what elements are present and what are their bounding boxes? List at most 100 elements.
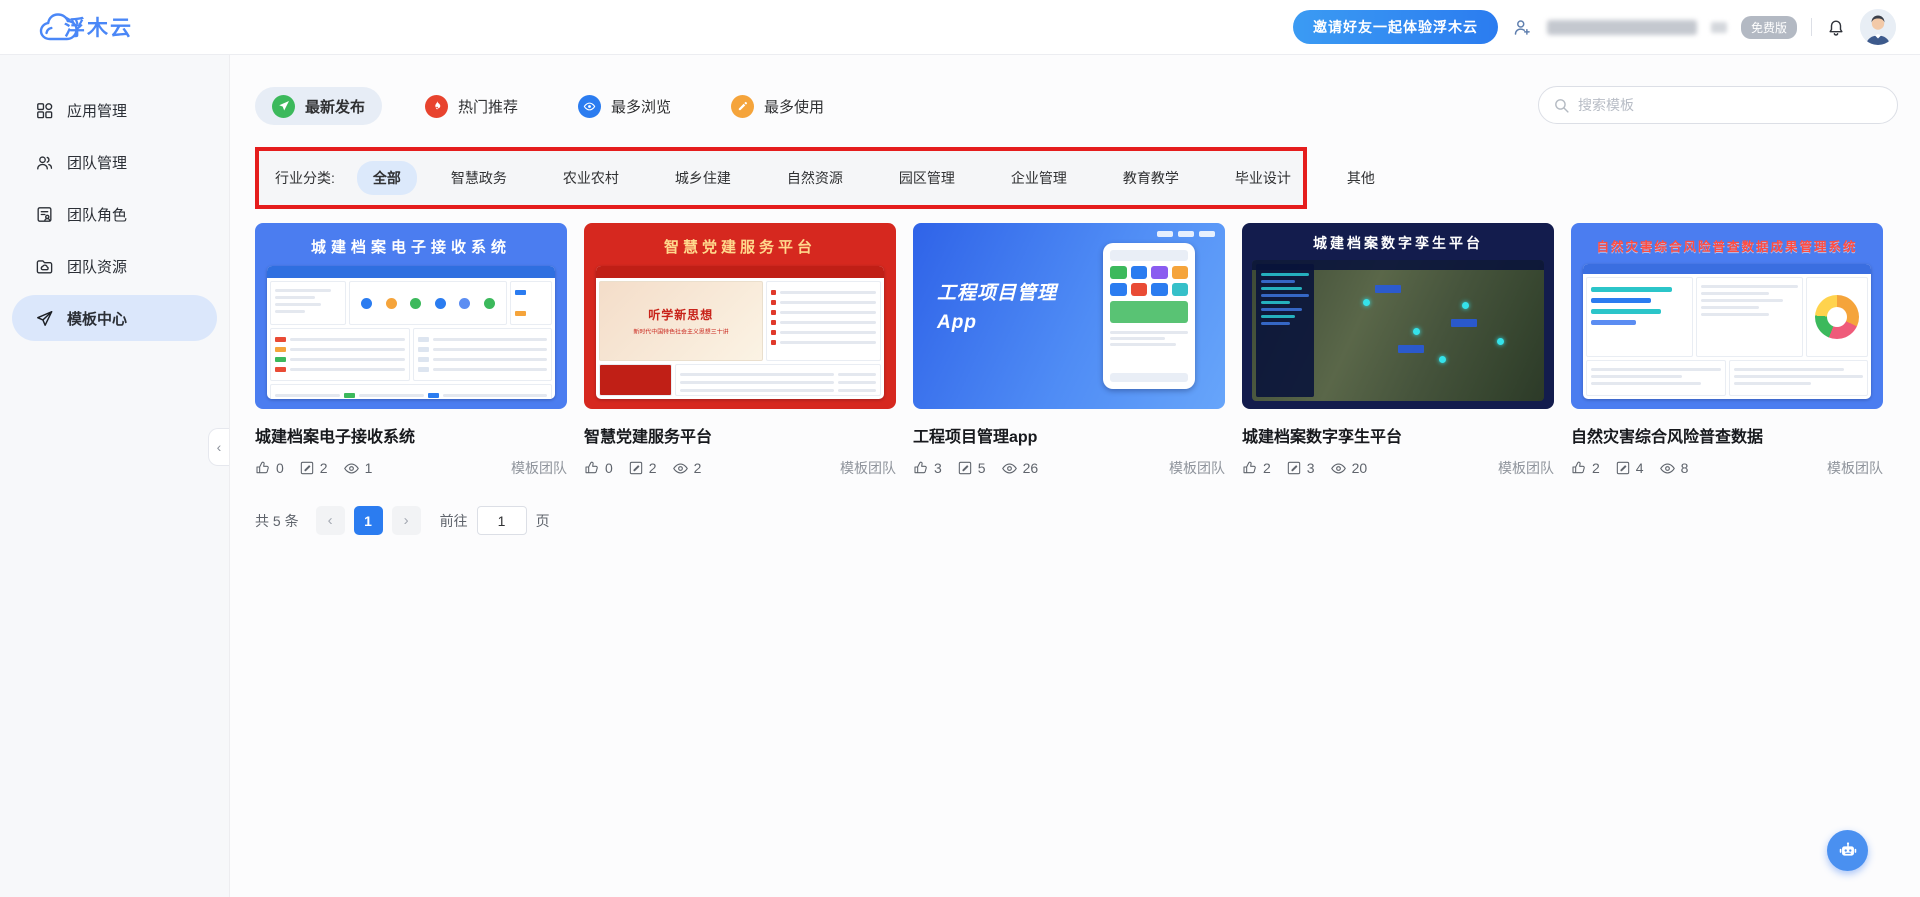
view-count: 2 [693,460,702,476]
sidebar-item-template-center[interactable]: 模板中心 [12,295,217,341]
view-count: 26 [1022,460,1039,476]
view-stat: 1 [343,460,373,477]
sidebar-item-team-management[interactable]: 团队管理 [12,139,217,185]
template-thumbnail[interactable]: 工程项目管理 App [913,223,1225,409]
pagination: 共 5 条 ‹ 1 › 前往 页 [255,506,1898,535]
template-card[interactable]: 智慧党建服务平台 听学新思想 新时代中国特色社会主义思想三十讲 智慧党建服务平台… [584,223,896,478]
sidebar-item-team-resources[interactable]: 团队资源 [12,243,217,289]
use-stat: 5 [957,460,986,476]
eye-icon [578,94,602,118]
thumbnail-title: 自然灾害综合风险普查数据成果管理系统 [1596,240,1858,254]
like-stat[interactable]: 0 [584,460,613,476]
prev-page-button[interactable]: ‹ [315,506,345,535]
view-count: 1 [364,460,373,476]
pencil-icon [731,94,755,118]
sidebar-nav: 应用管理 团队管理 团队角色 团队资源 模板中心 [0,55,230,897]
sidebar-item-app-management[interactable]: 应用管理 [12,87,217,133]
member-invite-icon[interactable] [1512,17,1533,38]
template-card[interactable]: 工程项目管理 App 工程项目管理app 3 5 26 模板团队 [913,223,1225,478]
template-card[interactable]: 自然灾害综合风险普查数据成果管理系统 自然灾害综合风险普查数据 2 4 8 模板… [1571,223,1883,478]
template-card[interactable]: 城建档案数字孪生平台 城建档案数字孪生平台 2 3 20 模板团队 [1242,223,1554,478]
template-title[interactable]: 工程项目管理app [913,423,1225,447]
page-number-1[interactable]: 1 [353,506,383,535]
map-preview [1252,260,1544,401]
template-title[interactable]: 自然灾害综合风险普查数据 [1571,423,1883,447]
template-title[interactable]: 城建档案数字孪生平台 [1242,423,1554,447]
view-count: 20 [1351,460,1368,476]
template-team: 模板团队 [1169,460,1225,476]
category-agriculture[interactable]: 农业农村 [547,161,635,195]
next-page-button[interactable]: › [391,506,421,535]
like-stat[interactable]: 2 [1242,460,1271,476]
tab-hot-recommend[interactable]: 热门推荐 [408,87,535,125]
search-input[interactable] [1578,97,1883,113]
goto-page-input[interactable] [476,506,527,535]
template-stats: 0 2 2 模板团队 [584,458,896,478]
tab-latest-release[interactable]: 最新发布 [255,87,383,125]
notification-bell-icon[interactable] [1826,17,1846,38]
goto-suffix: 页 [535,512,550,529]
template-team: 模板团队 [511,460,567,476]
sidebar-item-label: 团队管理 [67,154,128,172]
account-name-blurred [1546,19,1697,35]
template-search [1538,86,1898,124]
donut-chart-decoration [1815,295,1859,339]
top-header: 浮木云 邀请好友一起体验浮木云 免费版 [0,0,1920,55]
industry-filter-annotation-box: 行业分类: 全部 智慧政务 农业农村 城乡住建 自然资源 园区管理 企业管理 教… [255,147,1375,209]
category-graduation-design[interactable]: 毕业设计 [1219,161,1307,195]
invite-friends-button[interactable]: 邀请好友一起体验浮木云 [1292,10,1498,44]
template-thumbnail[interactable]: 智慧党建服务平台 听学新思想 新时代中国特色社会主义思想三十讲 [584,223,896,409]
thumbnail-title: 城建档案数字孪生平台 [1313,235,1483,251]
template-stats: 2 4 8 模板团队 [1571,458,1883,478]
thumbnail-title: 工程项目管理 App [937,283,1058,334]
use-stat: 2 [299,460,328,476]
category-urban-construction[interactable]: 城乡住建 [659,161,747,195]
user-avatar[interactable] [1860,9,1896,45]
template-title[interactable]: 智慧党建服务平台 [584,423,896,447]
sidebar-item-label: 模板中心 [67,310,128,328]
use-count: 3 [1306,460,1315,476]
category-park-management[interactable]: 园区管理 [883,161,971,195]
template-thumbnail[interactable]: 自然灾害综合风险普查数据成果管理系统 [1571,223,1883,409]
category-natural-resources[interactable]: 自然资源 [771,161,859,195]
template-title[interactable]: 城建档案电子接收系统 [255,423,567,447]
tab-most-viewed[interactable]: 最多浏览 [561,87,688,125]
use-stat: 4 [1615,460,1644,476]
tab-label: 最多使用 [764,98,825,116]
template-thumbnail[interactable]: 城建档案数字孪生平台 [1242,223,1554,409]
template-stats: 3 5 26 模板团队 [913,458,1225,478]
like-stat[interactable]: 3 [913,460,942,476]
phone-mockup [1103,243,1195,389]
app-logo: 浮木云 [38,10,133,44]
category-other[interactable]: 其他 [1331,161,1391,195]
tab-most-used[interactable]: 最多使用 [714,87,841,125]
thumbnail-preview: 听学新思想 新时代中国特色社会主义思想三十讲 [596,266,884,399]
main-content: 最新发布 热门推荐 最多浏览 最多使用 行业分类: 全部 [230,55,1920,897]
role-icon [35,205,54,224]
logo-text: 浮木云 [64,17,133,40]
category-smart-gov[interactable]: 智慧政务 [435,161,523,195]
sidebar-collapse-handle[interactable]: ‹ [208,428,229,466]
view-count: 8 [1680,460,1689,476]
view-stat: 8 [1659,460,1689,477]
sidebar-item-team-roles[interactable]: 团队角色 [12,191,217,237]
category-all[interactable]: 全部 [356,161,417,195]
template-stats: 2 3 20 模板团队 [1242,458,1554,478]
like-stat[interactable]: 2 [1571,460,1600,476]
like-count: 2 [1592,460,1600,476]
use-count: 5 [977,460,986,476]
assistant-robot-button[interactable] [1827,830,1868,871]
party-banner: 听学新思想 新时代中国特色社会主义思想三十讲 [599,281,763,361]
template-card-list: 城建档案电子接收系统 城建档案电子接收系统 0 2 1 模板团队 智慧党建服务平… [255,223,1898,478]
category-education[interactable]: 教育教学 [1107,161,1195,195]
tab-label: 最新发布 [305,98,366,116]
like-stat[interactable]: 0 [255,460,284,476]
template-thumbnail[interactable]: 城建档案电子接收系统 [255,223,567,409]
sidebar-item-label: 应用管理 [67,102,128,120]
like-count: 3 [934,460,942,476]
industry-filter-label: 行业分类: [275,170,335,186]
thumbnail-preview [267,266,555,399]
phone-nav-decoration [1157,231,1215,237]
template-card[interactable]: 城建档案电子接收系统 城建档案电子接收系统 0 2 1 模板团队 [255,223,567,478]
category-enterprise[interactable]: 企业管理 [995,161,1083,195]
